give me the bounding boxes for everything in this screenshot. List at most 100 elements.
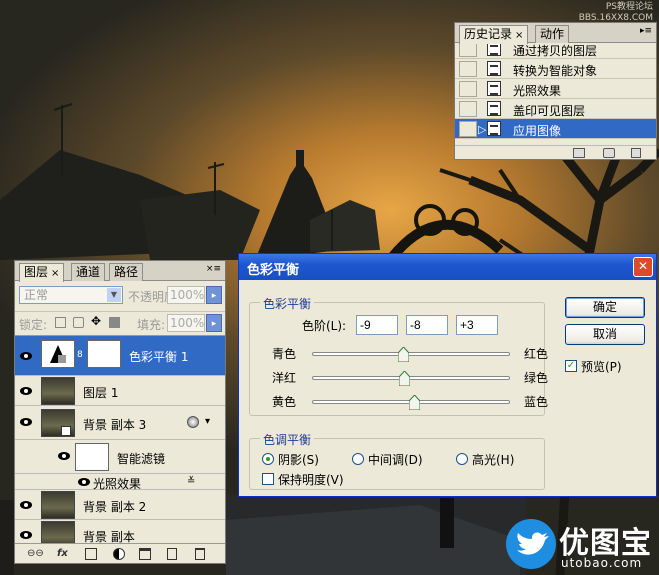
eye-icon[interactable] [19,499,35,511]
radio-shadows-label[interactable]: 阴影(S) [278,451,319,468]
fill-label: 填充: [137,318,166,332]
fill-input[interactable]: 100% [167,314,205,332]
layer-row-background-copy-2[interactable]: 背景 副本 2 [15,490,225,520]
history-item[interactable]: 光照效果 [455,79,656,99]
adjustment-icon[interactable] [113,548,125,560]
lock-position-move-icon[interactable]: ✥ [91,315,102,327]
slider-thumb[interactable] [397,347,409,362]
filter-blending-options-icon[interactable]: ≚ [187,476,195,487]
history-list: 通过拷贝的图层 转换为智能对象 光照效果 盖印可见图层 ▷ 应用图像 [455,44,656,146]
radio-highlights-label[interactable]: 高光(H) [472,451,514,468]
color-balance-dialog: 色彩平衡 ✕ 色彩平衡 色阶(L): 青色 红色 洋红 绿色 黄色 蓝 [238,253,657,497]
expand-arrow-icon[interactable]: ▾ [205,416,210,427]
radio-highlights[interactable] [456,453,468,465]
preserve-luminosity-label[interactable]: 保持明度(V) [278,471,344,488]
new-document-from-state-icon[interactable] [573,148,585,158]
radio-shadows[interactable] [262,453,274,465]
levels-label: 色阶(L): [302,319,347,333]
panel-menu-icon[interactable]: ×≡ [206,264,221,274]
watermark-line-1: PS教程论坛 [605,2,653,12]
tab-history[interactable]: 历史记录 × [459,25,529,44]
eye-icon[interactable] [77,476,93,488]
snapshot-source-checkbox[interactable] [459,121,477,137]
history-item-label: 转换为智能对象 [513,64,598,78]
radio-midtones[interactable] [352,453,364,465]
close-icon[interactable]: ✕ [633,257,653,277]
level-cyan-red-input[interactable] [356,315,398,335]
dialog-titlebar[interactable]: 色彩平衡 ✕ [239,254,656,280]
smart-filter-mask-thumbnail[interactable] [75,443,109,471]
cancel-button[interactable]: 取消 [565,324,645,345]
mask-icon[interactable] [85,548,97,560]
snapshot-source-checkbox[interactable] [459,101,477,117]
snapshot-source-checkbox[interactable] [459,81,477,97]
layer-row-background-copy-3[interactable]: 背景 副本 3 ▾ [15,406,225,440]
new-layer-icon[interactable] [167,548,177,560]
ok-button[interactable]: 确定 [565,297,645,318]
history-item-selected[interactable]: ▷ 应用图像 [455,119,656,139]
eye-icon[interactable] [19,385,35,397]
slider-right-label: 蓝色 [524,395,549,409]
close-icon[interactable]: × [51,268,59,279]
slider-track[interactable] [312,347,510,362]
level-magenta-green-input[interactable] [406,315,448,335]
history-item[interactable]: 盖印可见图层 [455,99,656,119]
layer-row-layer-1[interactable]: 图层 1 [15,376,225,406]
preserve-luminosity-checkbox[interactable] [262,473,274,485]
preview-checkbox[interactable]: ✓ [565,360,577,372]
slider-track[interactable] [312,395,510,410]
lock-transparent-icon[interactable] [55,317,66,328]
lock-image-brush-icon[interactable] [73,317,84,328]
snapshot-source-checkbox[interactable] [459,61,477,77]
fill-slider-toggle[interactable]: ▸ [206,314,222,332]
lock-all-icon[interactable] [109,317,120,328]
blend-mode-select[interactable]: 正常 ▼ [19,286,123,304]
layer-mask-thumbnail[interactable] [87,340,121,368]
tab-channels[interactable]: 通道 [71,263,106,281]
snapshot-source-checkbox[interactable] [459,44,477,57]
eye-icon[interactable] [19,416,35,428]
slider-track[interactable] [312,371,510,386]
eye-icon[interactable] [57,450,73,462]
slider-thumb[interactable] [409,395,421,410]
level-yellow-blue-input[interactable] [456,315,498,335]
layer-name: 背景 副本 2 [83,500,147,514]
camera-snapshot-icon[interactable] [603,148,615,158]
layer-row-background-copy[interactable]: 背景 副本 [15,520,225,543]
panel-menu-icon[interactable]: ▸≡ [640,26,652,36]
close-icon[interactable]: × [515,30,523,41]
link-icon[interactable]: ⊖⊖ [27,548,44,560]
opacity-slider-toggle[interactable]: ▸ [206,286,222,304]
history-item[interactable]: 通过拷贝的图层 [455,44,656,59]
trash-icon[interactable] [195,548,205,560]
filter-row-lighting-effects[interactable]: 光照效果 ≚ [15,474,225,491]
layer-name: 色彩平衡 1 [129,350,189,364]
filter-effects-icon[interactable] [187,416,199,428]
folder-icon[interactable] [139,548,151,560]
tab-layers[interactable]: 图层 × [19,263,65,282]
slider-thumb[interactable] [398,371,410,386]
tab-actions[interactable]: 动作 [535,25,570,43]
fx-icon[interactable]: fx [57,548,68,560]
dialog-title: 色彩平衡 [247,263,300,278]
smart-filters-row[interactable]: 智能滤镜 [15,440,225,474]
chain-link-icon[interactable]: 8 [77,350,83,360]
slider-cyan-red: 青色 红色 [250,345,550,365]
layer-row-color-balance[interactable]: 8 色彩平衡 1 [15,336,225,376]
slider-left-label: 青色 [272,347,297,361]
preview-label[interactable]: 预览(P) [581,358,622,375]
opacity-input[interactable]: 100% [167,286,205,304]
eye-icon[interactable] [19,350,35,362]
tab-paths[interactable]: 路径 [109,263,144,281]
color-balance-group: 色彩平衡 色阶(L): 青色 红色 洋红 绿色 黄色 蓝色 [249,295,548,416]
radio-midtones-label[interactable]: 中间调(D) [368,451,423,468]
history-item-label: 盖印可见图层 [513,104,586,118]
twitter-bird-icon [506,519,556,569]
layers-panel: 图层 × 通道 路径 ×≡ 正常 ▼ 不透明度: 100% ▸ 锁定: ✥ 填充:… [14,260,226,564]
blend-mode-value: 正常 [24,288,49,302]
trash-icon[interactable] [631,148,641,158]
slider-yellow-blue: 黄色 蓝色 [250,393,550,413]
eye-icon[interactable] [19,529,35,541]
history-item[interactable]: 转换为智能对象 [455,59,656,79]
history-tabbar: 历史记录 × 动作 ▸≡ [455,23,656,44]
